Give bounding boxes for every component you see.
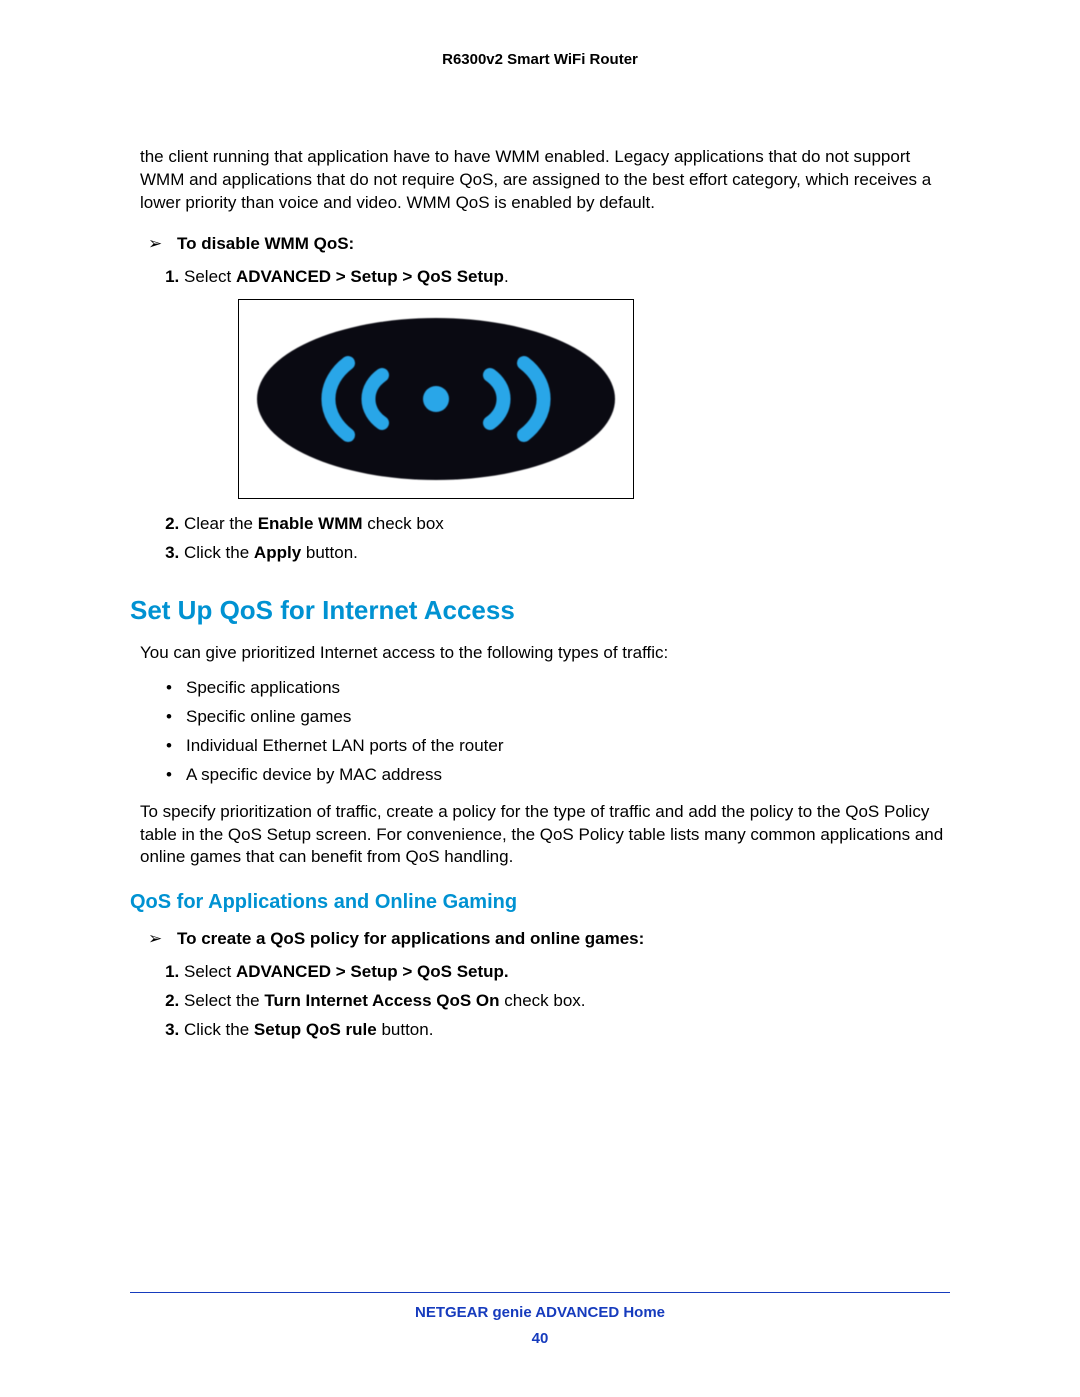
list-item: Specific applications: [166, 677, 950, 700]
section-heading-qos-internet: Set Up QoS for Internet Access: [130, 593, 950, 628]
list-item: Individual Ethernet LAN ports of the rou…: [166, 735, 950, 758]
step-3: Click the Apply button.: [184, 542, 950, 565]
wifi-signal-icon: [257, 318, 615, 480]
list-item: A specific device by MAC address: [166, 764, 950, 787]
paragraph-qos-policy: To specify prioritization of traffic, cr…: [140, 801, 950, 870]
task-heading-create-policy: ➢ To create a QoS policy for application…: [148, 928, 950, 951]
step-2: Select the Turn Internet Access QoS On c…: [184, 990, 950, 1013]
step-1: Select ADVANCED > Setup > QoS Setup.: [184, 961, 950, 984]
chevron-right-icon: ➢: [148, 234, 162, 253]
wifi-waves-icon: [286, 339, 586, 459]
traffic-types-list: Specific applications Specific online ga…: [166, 677, 950, 787]
paragraph-qos-intro: You can give prioritized Internet access…: [140, 642, 950, 665]
wifi-icon-figure: [238, 299, 634, 499]
intro-paragraph: the client running that application have…: [140, 146, 950, 215]
chevron-right-icon: ➢: [148, 929, 162, 948]
step-3: Click the Setup QoS rule button.: [184, 1019, 950, 1042]
manual-page: R6300v2 Smart WiFi Router the client run…: [0, 0, 1080, 1397]
task-title: To create a QoS policy for applications …: [177, 929, 644, 948]
steps-disable-wmm: Select ADVANCED > Setup > QoS Setup.: [156, 266, 950, 565]
steps-create-policy: Select ADVANCED > Setup > QoS Setup. Sel…: [156, 961, 950, 1042]
page-header: R6300v2 Smart WiFi Router: [130, 50, 950, 70]
list-item: Specific online games: [166, 706, 950, 729]
footer-title: NETGEAR genie ADVANCED Home: [130, 1303, 950, 1323]
task-heading-disable-wmm: ➢ To disable WMM QoS:: [148, 233, 950, 256]
page-footer: NETGEAR genie ADVANCED Home 40: [130, 1292, 950, 1350]
step-2: Clear the Enable WMM check box: [184, 513, 950, 536]
task-title: To disable WMM QoS:: [177, 234, 354, 253]
page-number: 40: [130, 1329, 950, 1349]
step-1: Select ADVANCED > Setup > QoS Setup.: [184, 266, 950, 499]
section-heading-qos-gaming: QoS for Applications and Online Gaming: [130, 889, 950, 916]
